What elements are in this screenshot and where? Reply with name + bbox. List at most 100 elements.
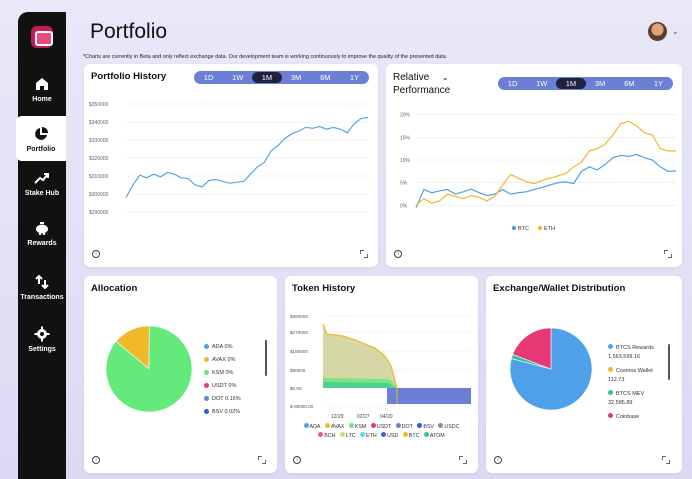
y-tick-label: 0% [400,203,408,209]
page-title: Portfolio [90,20,168,43]
legend-item: DOT [395,423,413,430]
y-tick-label: $300000 [89,192,109,198]
exchange-pie-chart [509,327,593,411]
allocation-pie-chart [105,325,193,413]
portfolio-history-chart: $350000 $340000 $330000 $320000 $310000 $3000… [89,102,369,216]
legend-item: BTC [402,432,419,439]
y-tick-label: $180000 [290,349,308,354]
x-tick-label: 02/27 [357,414,370,420]
range-1d[interactable]: 1D [194,72,223,83]
expand-icon[interactable] [459,456,467,464]
legend-item: KSM [348,423,366,430]
legend-item: USDC [438,423,459,430]
range-3m[interactable]: 3M [282,72,311,83]
legend-item: LTC [339,432,356,439]
allocation-card: Allocation ADA 0% AVAX 0% KSM 0% USDT 0%… [84,276,277,473]
trend-up-icon [34,173,49,184]
range-1m[interactable]: 1M [252,72,282,83]
relative-performance-chart: 20% 15% 10% 5% 0% BTC ETH [400,113,677,232]
info-icon[interactable]: i [494,456,502,464]
y-tick-label: $330000 [89,138,109,144]
y-tick-label: $290000 [89,210,109,216]
range-1m[interactable]: 1M [556,78,586,89]
expand-icon[interactable] [662,456,670,464]
info-icon[interactable]: i [92,250,100,258]
info-icon[interactable]: i [92,456,100,464]
sidebar-item-home[interactable]: Home [18,76,66,103]
transfer-arrows-icon [35,274,49,290]
card-title-line1: Relative [393,72,430,83]
y-tick-label: $360000 [290,314,308,319]
legend-label: ETH [544,226,555,232]
token-history-legend: ADA AVAX KSM USDT DOT BSV USDC BCH LTC E… [293,423,473,441]
exchange-legend: BTCS Rewards 1,563,599.16 Cosmos Wallet 11… [608,344,654,420]
legend-scrollbar[interactable] [668,344,670,380]
y-tick-label: $350000 [89,102,109,108]
legend-item: ADA 0% [204,340,241,353]
info-icon[interactable]: i [394,250,402,258]
range-1y[interactable]: 1Y [340,72,369,83]
legend-item: BSV 0.02% [204,405,241,418]
sidebar-item-rewards[interactable]: Rewards [18,220,66,247]
y-tick-label: 20% [400,113,411,119]
card-title: Token History [292,283,356,294]
legend-label: BTC [518,226,529,232]
card-title: Relative ⌄ Performance [393,71,450,97]
range-6m[interactable]: 6M [615,78,644,89]
legend-item: Coinbase [608,413,654,420]
expand-icon[interactable] [664,250,672,258]
expand-icon[interactable] [258,456,266,464]
series-line-btc [415,153,677,208]
time-range-selector: 1D 1W 1M 3M 6M 1Y [194,71,369,84]
legend-dot [511,225,517,231]
sidebar-item-label: Transactions [20,294,64,301]
expand-icon[interactable] [360,250,368,258]
legend-item: BTCS MEV 32,585.89 [608,390,645,406]
legend-item: KSM 0% [204,366,241,379]
area-dot [387,388,471,404]
range-1w[interactable]: 1W [223,72,252,83]
legend-item: AVAX 0% [204,353,241,366]
sidebar-item-settings[interactable]: Settings [18,326,66,353]
relative-performance-card: Relative ⌄ Performance 1D 1W 1M 3M 6M 1Y… [386,64,682,267]
legend-item: USD [381,432,398,439]
sidebar-item-transactions[interactable]: Transactions [18,274,66,301]
piggy-bank-icon [36,222,48,235]
chevron-down-icon[interactable]: ⌄ [672,27,679,36]
series-line-eth [415,120,676,206]
sidebar-item-label: Settings [28,346,56,353]
legend-item: AVAX [324,423,344,430]
range-1d[interactable]: 1D [498,78,527,89]
sidebar-item-label: Home [32,96,52,103]
sidebar-item-stake-hub[interactable]: Stake Hub [18,170,66,197]
y-tick-label: $0.00 [290,386,302,391]
app-logo[interactable] [31,26,53,48]
x-tick-label: 04/20 [380,414,393,420]
time-range-selector: 1D 1W 1M 3M 6M 1Y [498,77,673,90]
sidebar-item-label: Stake Hub [24,190,60,197]
y-tick-label: $310000 [89,174,109,180]
range-6m[interactable]: 6M [311,72,340,83]
info-icon[interactable]: i [293,456,301,464]
avatar[interactable] [648,22,667,41]
portfolio-value-line [125,116,369,198]
x-tick-label: 12/29 [331,414,344,420]
app-frame: Home Portfolio Stake Hub Rewards Transac… [0,0,692,479]
chevron-down-icon[interactable]: ⌄ [442,73,449,82]
sidebar-item-label: Portfolio [26,146,56,153]
y-tick-label: $-90000.00 [290,404,314,409]
card-title: Portfolio History [91,71,167,82]
range-1y[interactable]: 1Y [644,78,673,89]
range-1w[interactable]: 1W [527,78,556,89]
sidebar-item-portfolio[interactable]: Portfolio [16,116,66,161]
range-3m[interactable]: 3M [586,78,615,89]
legend-item: USDT 0% [204,379,241,392]
legend-item: BCH [318,432,335,439]
legend-item: DOT 0.16% [204,392,241,405]
beta-notice: *Charts are currently in Beta and only r… [83,54,448,60]
legend-scrollbar[interactable] [265,340,267,376]
token-history-card: Token History $360000 $270000 $180000 $9000… [285,276,478,473]
y-tick-label: 15% [400,135,411,141]
y-tick-label: $320000 [89,156,109,162]
exchange-distribution-card: Exchange/Wallet Distribution BTCS Reward… [486,276,682,473]
